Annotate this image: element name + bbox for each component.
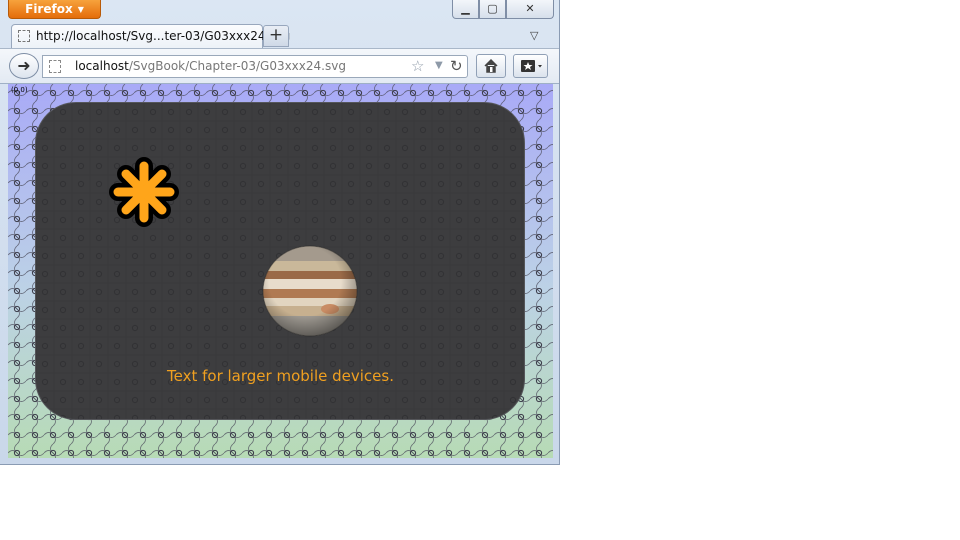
url-text[interactable]: localhost/SvgBook/Chapter-03/G03xxx24.sv… (75, 59, 346, 73)
back-button[interactable]: ➜ (9, 53, 39, 79)
site-identity-icon[interactable] (49, 60, 61, 73)
new-tab-button[interactable]: + (263, 25, 289, 47)
history-dropdown-icon[interactable]: ▼ (435, 60, 443, 71)
back-arrow-icon: ➜ (17, 56, 31, 75)
firefox-menu-label: Firefox (25, 2, 73, 16)
tab-active[interactable]: http://localhost/Svg...ter-03/G03xxx24.s… (11, 24, 290, 48)
tab-list-dropdown-icon[interactable]: ▽ (530, 29, 538, 42)
svg-viewport: (0,0) Text for larger mobile devices. (8, 84, 553, 458)
asterisk-star-icon (109, 157, 179, 227)
bookmarks-menu-button[interactable] (513, 54, 548, 78)
close-icon: ✕ (525, 2, 535, 15)
url-bar[interactable]: localhost/SvgBook/Chapter-03/G03xxx24.sv… (42, 55, 468, 78)
minimize-button[interactable]: ▁ (452, 0, 479, 19)
tab-title: http://localhost/Svg...ter-03/G03xxx24.s… (36, 29, 291, 43)
maximize-button[interactable]: ▢ (479, 0, 506, 19)
caption-text: Text for larger mobile devices. (167, 367, 394, 385)
bookmarks-menu-icon (521, 60, 542, 72)
url-host: localhost (75, 59, 129, 73)
reload-icon[interactable]: ↻ (450, 57, 463, 75)
minimize-icon: ▁ (461, 2, 470, 15)
home-button[interactable] (476, 54, 506, 78)
chevron-down-icon: ▼ (77, 5, 84, 14)
home-icon (484, 58, 498, 73)
origin-label: (0,0) (11, 86, 28, 94)
browser-window: Firefox ▼ ▁ ▢ ✕ http://localhost/Svg...te… (0, 0, 560, 465)
maximize-icon: ▢ (487, 2, 498, 15)
bookmark-star-icon[interactable]: ☆ (411, 57, 424, 75)
navigation-toolbar: ➜ localhost/SvgBook/Chapter-03/G03xxx24.… (0, 48, 559, 84)
jupiter-planet-image (262, 245, 358, 337)
page-favicon-icon (18, 30, 30, 42)
firefox-menu-button[interactable]: Firefox ▼ (8, 0, 101, 19)
close-button[interactable]: ✕ (506, 0, 554, 19)
url-path: /SvgBook/Chapter-03/G03xxx24.svg (128, 59, 346, 73)
